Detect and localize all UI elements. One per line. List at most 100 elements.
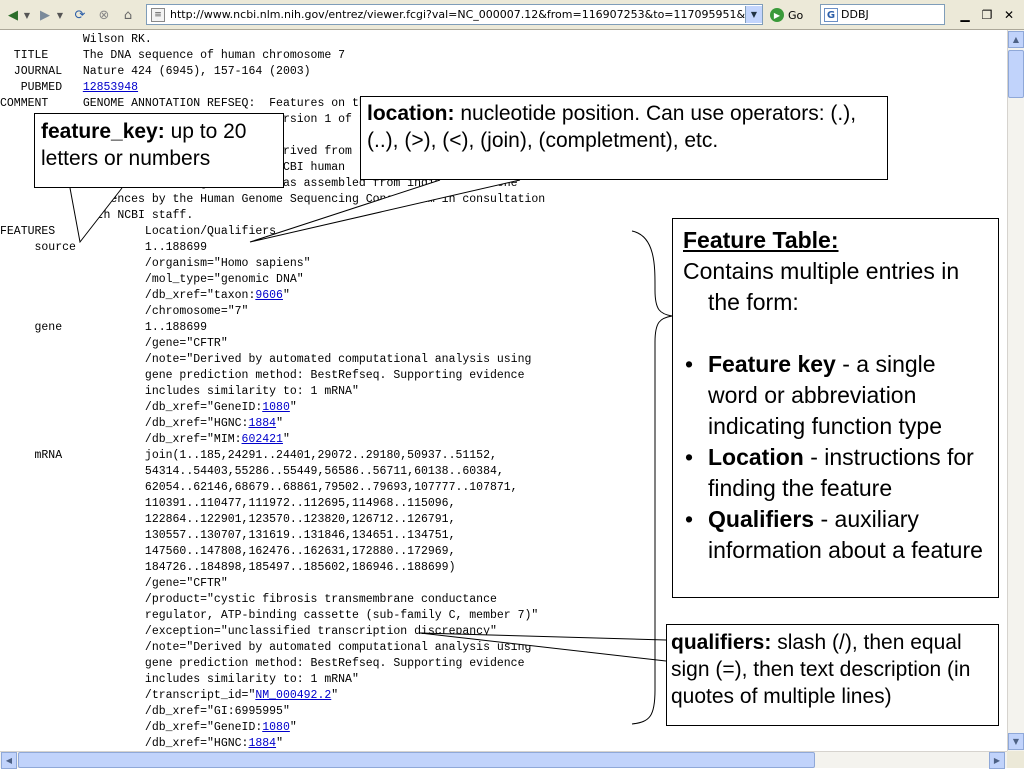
record-line-suffix: ": [276, 737, 283, 750]
record-line-suffix: ": [289, 401, 297, 414]
record-line-suffix: ": [331, 689, 339, 702]
forward-arrow-icon[interactable]: ▶: [35, 5, 55, 25]
record-line-text: with NCBI staff.: [0, 209, 194, 222]
record-link[interactable]: 12853948: [83, 81, 138, 94]
record-line-text: gene prediction method: BestRefseq. Supp…: [0, 369, 525, 382]
vertical-scrollbar[interactable]: ▲ ▼: [1007, 30, 1024, 751]
record-line-text: 147560..147808,162476..162631,172880..17…: [0, 545, 456, 558]
record-line-text: gene prediction method: BestRefseq. Supp…: [0, 657, 525, 670]
record-line-suffix: ": [282, 433, 290, 446]
record-link[interactable]: 1080: [262, 721, 290, 734]
record-link[interactable]: NM_000492.2: [255, 689, 331, 702]
record-link[interactable]: 1884: [248, 737, 276, 750]
record-line: regulator, ATP-binding cassette (sub-fam…: [0, 608, 538, 624]
restore-icon[interactable]: ❐: [978, 6, 996, 24]
feature-key-term: feature_key:: [41, 120, 165, 143]
record-line-text: mRNA join(1..185,24291..24401,29072..291…: [0, 449, 497, 462]
vertical-scroll-thumb[interactable]: [1008, 50, 1024, 98]
record-line-text: PUBMED: [0, 81, 83, 94]
record-line-text: /chromosome="7": [0, 305, 249, 318]
address-dropdown-icon[interactable]: ▼: [745, 6, 762, 23]
address-bar[interactable]: ≡ http://www.ncbi.nlm.nih.gov/entrez/vie…: [146, 4, 763, 25]
url-text[interactable]: http://www.ncbi.nlm.nih.gov/entrez/viewe…: [170, 8, 745, 21]
record-line-text: JOURNAL Nature 424 (6945), 157-164 (2003…: [0, 65, 311, 78]
go-label: Go: [788, 8, 804, 22]
record-link[interactable]: 1080: [262, 401, 290, 414]
back-arrow-icon[interactable]: ◀: [3, 5, 23, 25]
record-line-text: /gene="CFTR": [0, 337, 228, 350]
record-line-text: /organism="Homo sapiens": [0, 257, 311, 270]
feature-table-title: Feature Table:: [683, 227, 839, 253]
minimize-icon[interactable]: ▁: [956, 6, 974, 24]
forward-dropdown-icon[interactable]: ▼: [56, 5, 64, 25]
record-line-text: source 1..188699: [0, 241, 208, 254]
qualifiers-callout: qualifiers: slash (/), then equal sign (…: [666, 624, 999, 726]
record-line-text: 130557..130707,131619..131846,134651..13…: [0, 529, 456, 542]
record-line: /gene="CFTR": [0, 576, 228, 592]
feature-table-callout: Feature Table: Contains multiple entries…: [672, 218, 999, 598]
go-button[interactable]: ▶ Go: [770, 5, 803, 25]
record-line: /note="Derived by automated computationa…: [0, 640, 531, 656]
home-icon[interactable]: ⌂: [118, 5, 138, 25]
record-line: 147560..147808,162476..162631,172880..17…: [0, 544, 456, 560]
page-icon: ≡: [151, 7, 165, 22]
record-line: JOURNAL Nature 424 (6945), 157-164 (2003…: [0, 64, 311, 80]
search-input[interactable]: DDBJ: [841, 8, 869, 21]
record-line: FEATURES Location/Qualifiers: [0, 224, 276, 240]
record-link[interactable]: 602421: [242, 433, 283, 446]
scroll-down-icon[interactable]: ▼: [1008, 733, 1024, 750]
record-link[interactable]: 9606: [255, 289, 283, 302]
record-line: /db_xref="GeneID:1080": [0, 400, 297, 416]
horizontal-scroll-thumb[interactable]: [18, 752, 815, 768]
record-line: /transcript_id="NM_000492.2": [0, 688, 338, 704]
feature-table-item-location: Location - instructions for finding the …: [683, 442, 988, 504]
record-line-suffix: ": [276, 417, 283, 430]
search-box[interactable]: G DDBJ: [820, 4, 945, 25]
reload-icon[interactable]: ⟳: [70, 5, 90, 25]
record-line-text: /db_xref="GeneID:: [0, 721, 263, 734]
record-line: TITLE The DNA sequence of human chromoso…: [0, 48, 345, 64]
record-line: gene 1..188699: [0, 320, 208, 336]
record-line: 122864..122901,123570..123820,126712..12…: [0, 512, 456, 528]
record-line: /db_xref="HGNC:1884": [0, 416, 283, 432]
horizontal-scrollbar[interactable]: ◀ ▶: [0, 751, 1007, 769]
record-line-suffix: ": [282, 289, 290, 302]
record-line-text: /db_xref="GI:6995995": [0, 705, 290, 718]
record-line-text: includes similarity to: 1 mRNA": [0, 673, 359, 686]
scroll-left-icon[interactable]: ◀: [1, 752, 17, 769]
stop-icon[interactable]: ⊗: [94, 5, 114, 25]
search-engine-icon[interactable]: G: [824, 7, 838, 22]
record-line: /gene="CFTR": [0, 336, 228, 352]
close-icon[interactable]: ✕: [1000, 6, 1018, 24]
record-line: with NCBI staff.: [0, 208, 193, 224]
record-line: /chromosome="7": [0, 304, 249, 320]
back-dropdown-icon[interactable]: ▼: [23, 5, 31, 25]
record-line-text: FEATURES Location/Qualifiers: [0, 225, 277, 238]
record-line-text: 54314..54403,55286..55449,56586..56711,6…: [0, 465, 504, 478]
feature-table-item-feature-key: Feature key - a single word or abbreviat…: [683, 349, 988, 442]
record-link[interactable]: 1884: [248, 417, 276, 430]
record-line-text: includes similarity to: 1 mRNA": [0, 385, 359, 398]
location-callout: location: nucleotide position. Can use o…: [360, 96, 888, 180]
go-icon: ▶: [770, 8, 784, 22]
record-line: /db_xref="HGNC:1884": [0, 736, 283, 751]
record-line: includes similarity to: 1 mRNA": [0, 672, 359, 688]
record-line-text: /note="Derived by automated computationa…: [0, 353, 532, 366]
record-line-text: /db_xref="HGNC:: [0, 737, 249, 750]
record-line: mRNA join(1..185,24291..24401,29072..291…: [0, 448, 497, 464]
record-line-text: 122864..122901,123570..123820,126712..12…: [0, 513, 456, 526]
record-line: includes similarity to: 1 mRNA": [0, 384, 359, 400]
record-line: source 1..188699: [0, 240, 208, 256]
feature-table-list: Feature key - a single word or abbreviat…: [683, 349, 988, 566]
record-line-text: /db_xref="MIM:: [0, 433, 242, 446]
record-line: gene prediction method: BestRefseq. Supp…: [0, 368, 525, 384]
record-line-text: 110391..110477,111972..112695,114968..11…: [0, 497, 456, 510]
scroll-up-icon[interactable]: ▲: [1008, 31, 1024, 48]
scrollbar-corner: [1007, 751, 1024, 768]
scroll-right-icon[interactable]: ▶: [989, 752, 1005, 769]
record-line-text: /transcript_id=": [0, 689, 256, 702]
record-line: /product="cystic fibrosis transmembrane …: [0, 592, 497, 608]
browser-toolbar: ◀ ▼ ▶ ▼ ⟳ ⊗ ⌂ ≡ http://www.ncbi.nlm.nih.…: [0, 0, 1024, 30]
feature-table-item-qualifiers: Qualifiers - auxiliary information about…: [683, 504, 988, 566]
record-line: Wilson RK.: [0, 32, 152, 48]
